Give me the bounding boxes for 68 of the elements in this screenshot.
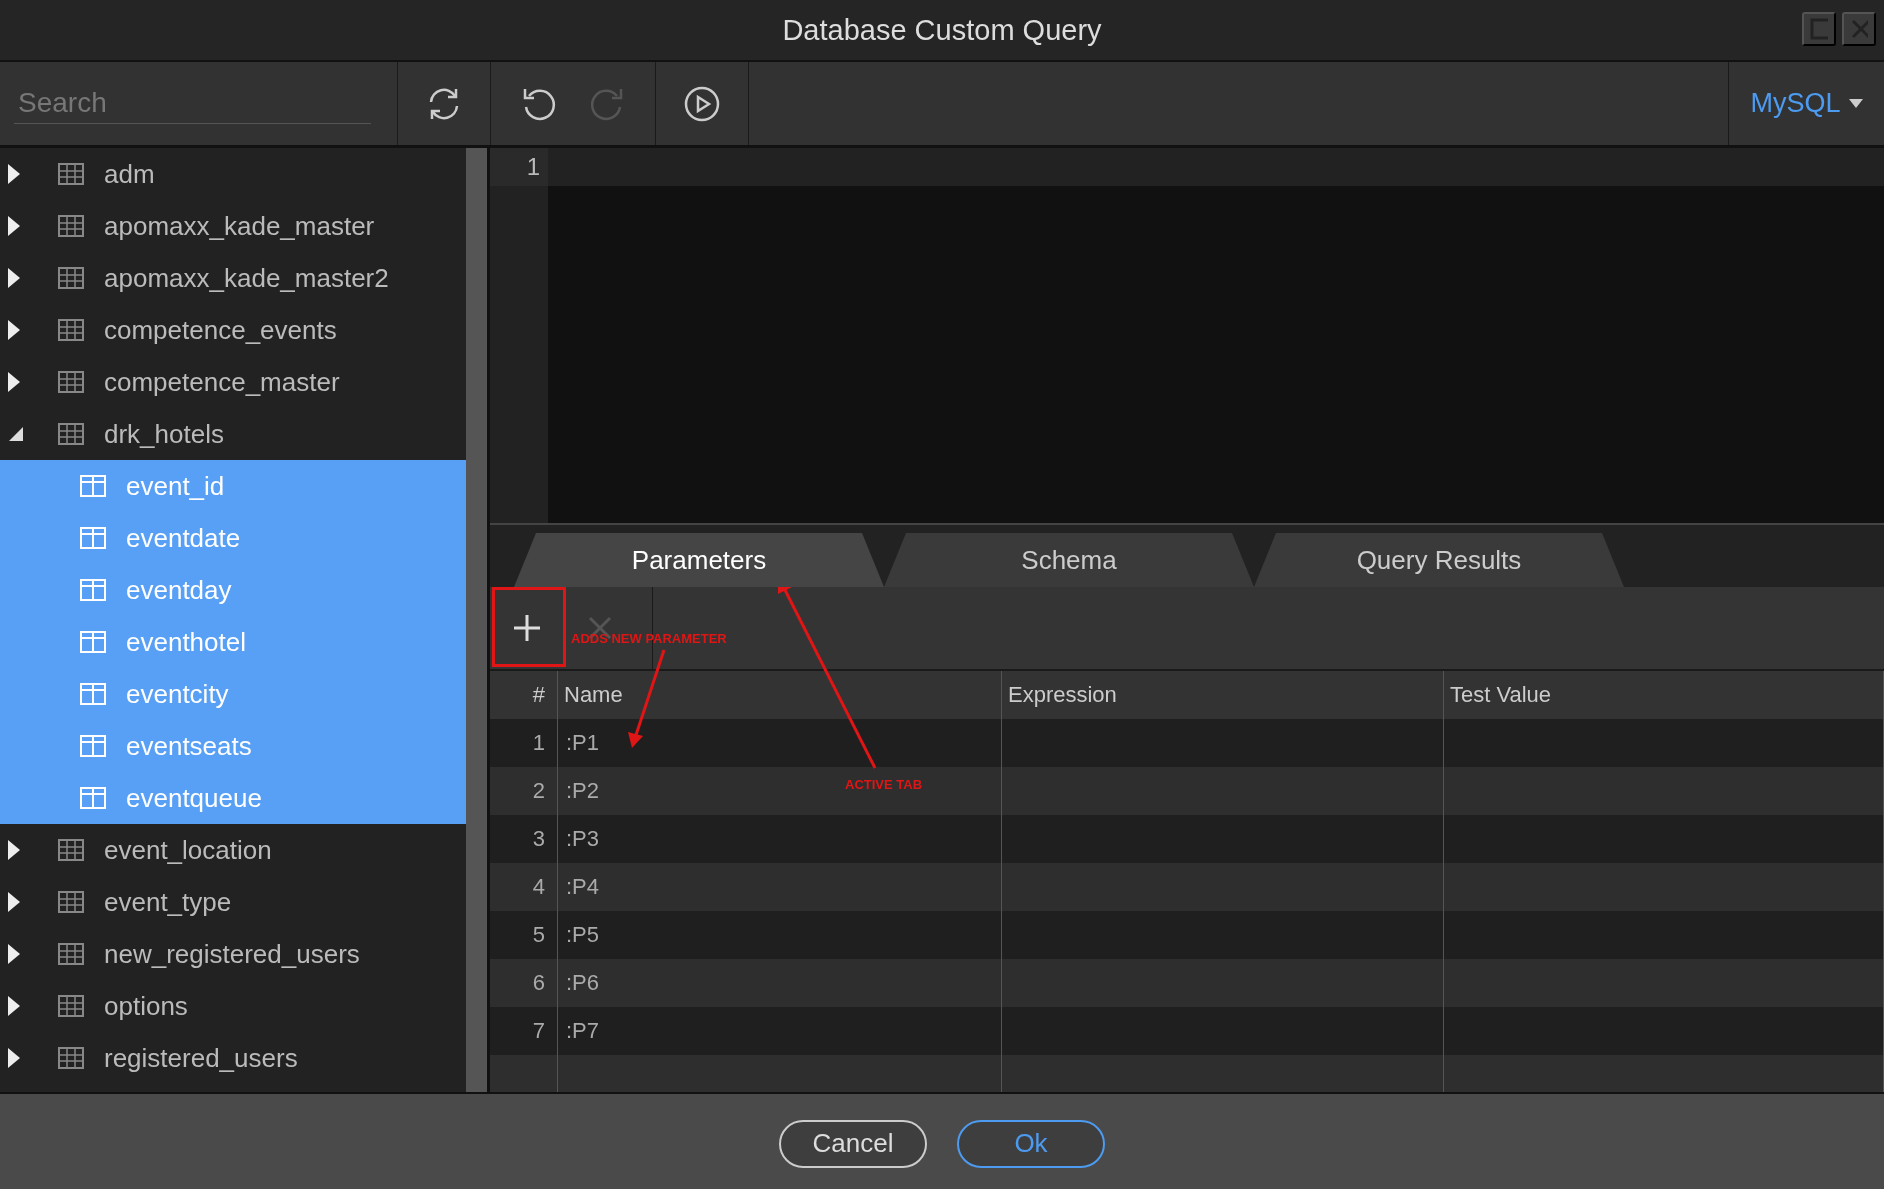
tree-item[interactable]: competence_events [0, 304, 466, 356]
play-icon[interactable] [683, 84, 721, 123]
table-icon [58, 267, 84, 289]
expand-arrow-icon[interactable] [8, 840, 20, 860]
tree-item[interactable]: drk_hotels [0, 408, 466, 460]
column-icon [80, 631, 106, 653]
column-icon [80, 475, 106, 497]
expand-arrow-icon[interactable] [8, 268, 20, 288]
table-icon [58, 891, 84, 913]
table-icon [58, 163, 84, 185]
collapse-arrow-icon[interactable] [8, 426, 24, 442]
column-header[interactable]: # [490, 671, 558, 721]
column-icon [80, 527, 106, 549]
tree-item[interactable]: new_registered_users [0, 928, 466, 980]
tree-item[interactable]: apomaxx_kade_master [0, 200, 466, 252]
column-header[interactable]: Name [558, 671, 1002, 721]
row-number: 1 [490, 719, 558, 767]
tree-item[interactable]: registered_users [0, 1032, 466, 1084]
search-field[interactable]: Search [14, 83, 371, 124]
column-icon [80, 579, 106, 601]
expand-arrow-icon[interactable] [8, 944, 20, 964]
column-icon [80, 683, 106, 705]
tab[interactable]: Schema [884, 533, 1254, 587]
tab[interactable]: Parameters [514, 533, 884, 587]
column-icon [80, 735, 106, 757]
row-number: 7 [490, 1007, 558, 1055]
column-icon [80, 787, 106, 809]
scrollbar[interactable] [466, 148, 490, 1092]
tab[interactable]: Query Results [1254, 533, 1624, 587]
table-cell: :P3 [558, 815, 1002, 863]
table-icon [58, 215, 84, 237]
window-title: Database Custom Query [782, 13, 1102, 47]
tree-item[interactable]: event_type [0, 876, 466, 928]
cancel-button[interactable]: Cancel [779, 1119, 927, 1168]
expand-arrow-icon[interactable] [8, 892, 20, 912]
table-cell: :P5 [558, 911, 1002, 959]
expand-arrow-icon[interactable] [8, 996, 20, 1016]
tree-item[interactable]: apomaxx_kade_master2 [0, 252, 466, 304]
table-icon [58, 371, 84, 393]
caret-icon[interactable] [1848, 99, 1863, 108]
close-button[interactable] [1842, 12, 1876, 46]
table-icon [58, 423, 84, 445]
row-number: 5 [490, 911, 558, 959]
tree-item[interactable]: options [0, 980, 466, 1032]
row-number: 3 [490, 815, 558, 863]
tree-item[interactable]: adm [0, 148, 466, 200]
column-header[interactable]: Test Value [1444, 671, 1884, 721]
table-icon [58, 1047, 84, 1069]
maximize-button[interactable] [1802, 12, 1836, 46]
column-header[interactable]: Expression [1002, 671, 1444, 721]
table-icon [58, 839, 84, 861]
ok-button[interactable]: Ok [957, 1119, 1105, 1168]
expand-arrow-icon[interactable] [8, 372, 20, 392]
expand-arrow-icon[interactable] [8, 216, 20, 236]
annotation-text: ADDS NEW PARAMETER [571, 631, 727, 646]
tree-item[interactable]: event_location [0, 824, 466, 876]
table-icon [58, 995, 84, 1017]
tree-item[interactable]: competence_master [0, 356, 466, 408]
expand-arrow-icon[interactable] [8, 320, 20, 340]
table-icon [58, 943, 84, 965]
table-cell: :P1 [558, 719, 1002, 767]
table-cell: :P7 [558, 1007, 1002, 1055]
table-icon [58, 319, 84, 341]
dialect-dropdown[interactable]: MySQL [1728, 62, 1884, 145]
annotation-text: ACTIVE TAB [845, 777, 923, 792]
expand-arrow-icon[interactable] [8, 164, 20, 184]
line-number: 1 [490, 148, 548, 186]
expand-arrow-icon[interactable] [8, 1048, 20, 1068]
